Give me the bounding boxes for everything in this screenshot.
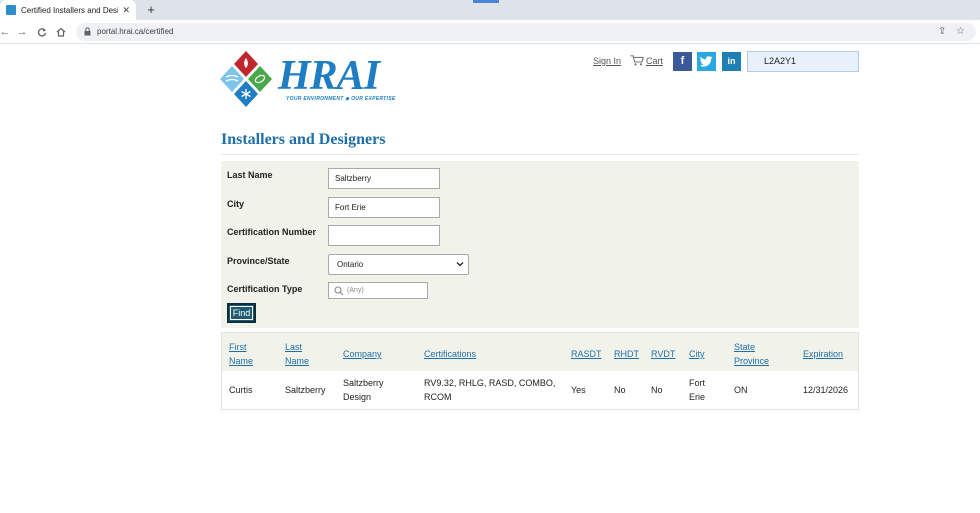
site-favicon-icon [6,5,16,15]
column-header-state-province[interactable]: State Province [734,340,769,368]
linkedin-icon[interactable]: in [722,52,741,71]
new-tab-button[interactable]: + [143,2,159,18]
column-header-expiration[interactable]: Expiration [803,347,843,361]
cell-state-province: ON [734,385,748,395]
column-header-company[interactable]: Company [343,347,382,361]
tab-close-icon[interactable]: ✕ [122,5,130,16]
cell-first-name: Curtis [229,385,253,395]
title-divider [221,154,859,155]
results-table-header: First Name Last Name Company Certification… [222,333,858,371]
find-button[interactable]: Find [227,303,256,323]
browser-tab-bar: Certified Installers and Designe ✕ + [0,0,980,20]
tab-title: Certified Installers and Designe [21,5,118,15]
logo-tagline: YOUR ENVIRONMENT ◆ OUR EXPERTISE [286,96,396,102]
last-name-input[interactable]: Saltzberry [328,168,440,189]
search-form-panel: Last Name Saltzberry City Fort Erie Cert… [221,161,859,328]
city-label: City [227,199,245,209]
certification-type-label: Certification Type [227,284,303,294]
cell-expiration: 12/31/2026 [803,385,849,395]
results-table: First Name Last Name Company Certification… [221,332,859,410]
search-icon [334,286,344,296]
city-input[interactable]: Fort Erie [328,197,440,218]
table-row: Curtis Saltzberry Saltzberry Design RV9.3… [222,371,858,409]
certification-number-label: Certification Number [227,227,317,237]
certification-number-input[interactable] [328,225,440,246]
column-header-city[interactable]: City [689,347,705,361]
certification-type-select[interactable]: (Any) [328,282,428,299]
cart-icon[interactable] [630,55,644,66]
browser-toolbar: ← → portal.hrai.ca/certified ⇪ ☆ [0,20,980,44]
province-state-label: Province/State [227,256,290,266]
column-header-rhdt[interactable]: RHDT [614,347,639,361]
browser-tab[interactable]: Certified Installers and Designe ✕ [0,0,136,20]
cart-link[interactable]: Cart [646,56,663,66]
window-drag-indicator [473,0,499,3]
column-header-last-name[interactable]: Last Name [285,340,309,368]
hrai-diamond-logo-icon [220,51,272,107]
cell-company: Saltzberry Design [343,378,384,402]
cell-rasdt: Yes [571,385,586,395]
sign-in-link[interactable]: Sign In [593,56,621,66]
home-icon[interactable] [54,24,68,40]
cell-certifications: RV9.32, RHLG, RASD, COMBO, RCOM [424,378,556,402]
twitter-icon[interactable] [697,52,716,71]
cell-city: Fort Erie [689,378,706,402]
province-state-select[interactable]: Ontario [328,254,469,275]
back-arrow-icon[interactable]: ← [0,24,12,40]
reload-icon[interactable] [35,24,49,40]
lock-icon [84,27,91,36]
column-header-first-name[interactable]: First Name [229,340,253,368]
province-state-value: Ontario [337,260,364,269]
url-text: portal.hrai.ca/certified [97,27,174,36]
column-header-rasdt[interactable]: RASDT [571,347,602,361]
star-icon[interactable]: ☆ [956,26,965,37]
hrai-logo[interactable]: HRAI YOUR ENVIRONMENT ◆ OUR EXPERTISE [216,50,396,108]
column-header-rvdt[interactable]: RVDT [651,347,675,361]
postal-code-search-input[interactable]: L2A2Y1 [747,51,859,72]
page-title: Installers and Designers [221,131,386,148]
chevron-down-icon [456,262,464,267]
logo-wordmark: HRAI [278,53,380,99]
address-bar[interactable]: portal.hrai.ca/certified ⇪ ☆ [76,23,976,41]
forward-arrow-icon[interactable]: → [15,24,29,40]
certification-type-placeholder: (Any) [347,287,364,294]
cell-last-name: Saltzberry [285,385,326,395]
share-icon[interactable]: ⇪ [938,26,946,37]
column-header-certifications[interactable]: Certifications [424,347,476,361]
cell-rhdt: No [614,385,626,395]
last-name-label: Last Name [227,170,273,180]
cell-rvdt: No [651,385,663,395]
facebook-icon[interactable]: f [673,52,692,71]
